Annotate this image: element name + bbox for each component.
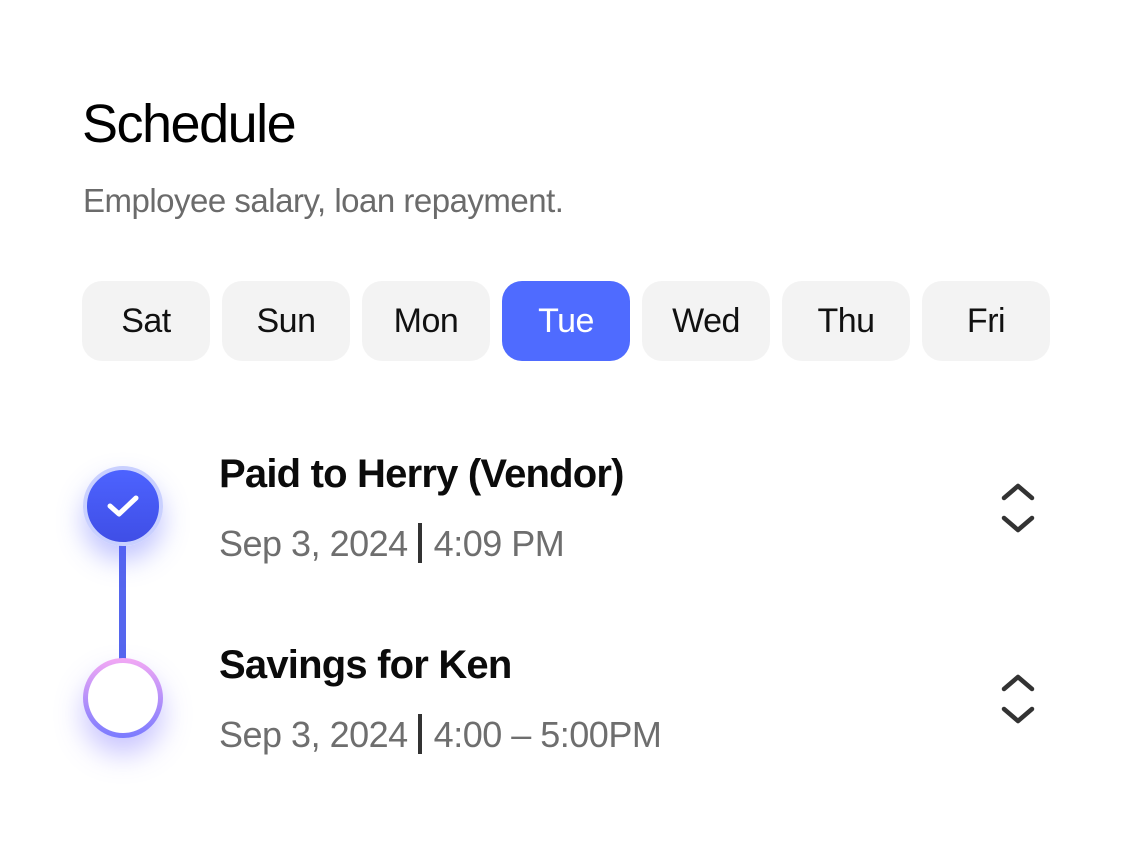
check-icon	[107, 495, 139, 517]
schedule-item-date: Sep 3, 2024	[219, 714, 408, 755]
separator	[417, 714, 422, 754]
schedule-item-title: Savings for Ken	[219, 643, 512, 687]
sort-icon	[1001, 483, 1035, 533]
schedule-item-time: 4:00 – 5:00PM	[433, 714, 662, 755]
day-tab-sat[interactable]: Sat	[82, 281, 210, 361]
page-subtitle: Employee salary, loan repayment.	[83, 182, 564, 219]
separator	[417, 523, 422, 563]
day-tab-wed[interactable]: Wed	[642, 281, 770, 361]
reorder-button[interactable]	[998, 480, 1038, 536]
schedule-item-datetime: Sep 3, 2024 4:00 – 5:00PM	[219, 712, 662, 758]
completed-status-node	[83, 466, 163, 546]
day-tab-mon[interactable]: Mon	[362, 281, 490, 361]
day-tab-tue[interactable]: Tue	[502, 281, 630, 361]
day-tab-fri[interactable]: Fri	[922, 281, 1050, 361]
pending-status-node	[83, 658, 163, 738]
day-tab-thu[interactable]: Thu	[782, 281, 910, 361]
reorder-button[interactable]	[998, 671, 1038, 727]
sort-icon	[1001, 674, 1035, 724]
schedule-item-title: Paid to Herry (Vendor)	[219, 452, 625, 496]
timeline-connector	[119, 540, 126, 670]
schedule-item-time: 4:09 PM	[433, 523, 565, 564]
day-tab-sun[interactable]: Sun	[222, 281, 350, 361]
day-selector: Sat Sun Mon Tue Wed Thu Fri	[82, 281, 1050, 361]
schedule-item-datetime: Sep 3, 2024 4:09 PM	[219, 521, 565, 567]
page-title: Schedule	[82, 94, 297, 154]
schedule-item-date: Sep 3, 2024	[219, 523, 408, 564]
